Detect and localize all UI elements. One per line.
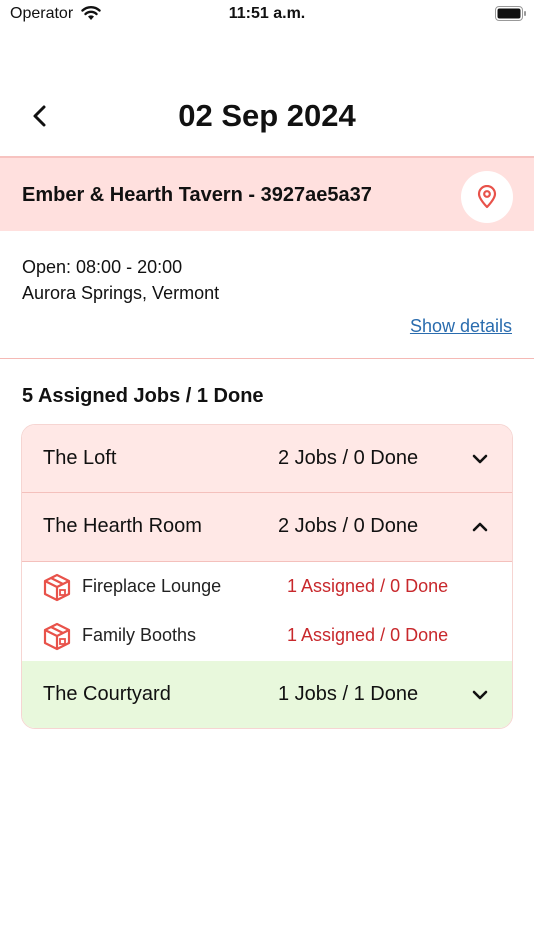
zone-count: 1 Jobs / 1 Done — [278, 683, 419, 705]
zone-row-the-hearth-room[interactable]: The Hearth Room 2 Jobs / 0 Done — [22, 493, 512, 561]
zone-name: The Loft — [43, 447, 117, 469]
zone-count: 2 Jobs / 0 Done — [278, 447, 419, 469]
map-pin-icon — [477, 185, 497, 209]
battery-icon — [495, 6, 526, 21]
show-details-link[interactable]: Show details — [410, 316, 512, 337]
zone-name: The Courtyard — [43, 683, 171, 705]
store-info: Open: 08:00 - 20:00 Aurora Springs, Verm… — [22, 254, 219, 306]
area-count: 1 Assigned / 0 Done — [287, 576, 449, 596]
area-count: 1 Assigned / 0 Done — [287, 625, 449, 645]
box-icon — [43, 573, 71, 602]
zone-name: The Hearth Room — [43, 515, 202, 537]
zone-row-the-loft[interactable]: The Loft 2 Jobs / 0 Done — [22, 425, 512, 493]
store-banner: Ember & Hearth Tavern - 3927ae5a37 — [0, 156, 534, 231]
chevron-up-icon — [472, 522, 488, 532]
area-row-fireplace-lounge[interactable]: Fireplace Lounge 1 Assigned / 0 Done — [22, 562, 512, 611]
chevron-down-icon — [472, 690, 488, 700]
divider — [0, 358, 534, 359]
area-row-family-booths[interactable]: Family Booths 1 Assigned / 0 Done — [22, 611, 512, 660]
status-bar: Operator 11:51 a.m. — [0, 0, 534, 30]
store-hours: Open: 08:00 - 20:00 — [22, 257, 183, 277]
store-location: Aurora Springs, Vermont — [22, 283, 220, 303]
clock: 11:51 a.m. — [228, 5, 306, 22]
store-name: Ember & Hearth Tavern - 3927ae5a37 — [22, 184, 372, 206]
box-icon — [43, 622, 71, 651]
zone-row-the-courtyard[interactable]: The Courtyard 1 Jobs / 1 Done — [22, 661, 512, 728]
chevron-down-icon — [472, 454, 488, 464]
page-title: 02 Sep 2024 — [178, 98, 356, 133]
area-name: Family Booths — [82, 625, 197, 645]
zones-accordion: The Loft 2 Jobs / 0 Done The Hearth Room… — [21, 424, 513, 729]
zone-count: 2 Jobs / 0 Done — [278, 515, 419, 537]
location-button[interactable] — [461, 171, 513, 223]
jobs-summary: 5 Assigned Jobs / 1 Done — [22, 385, 264, 407]
area-name: Fireplace Lounge — [82, 576, 222, 596]
